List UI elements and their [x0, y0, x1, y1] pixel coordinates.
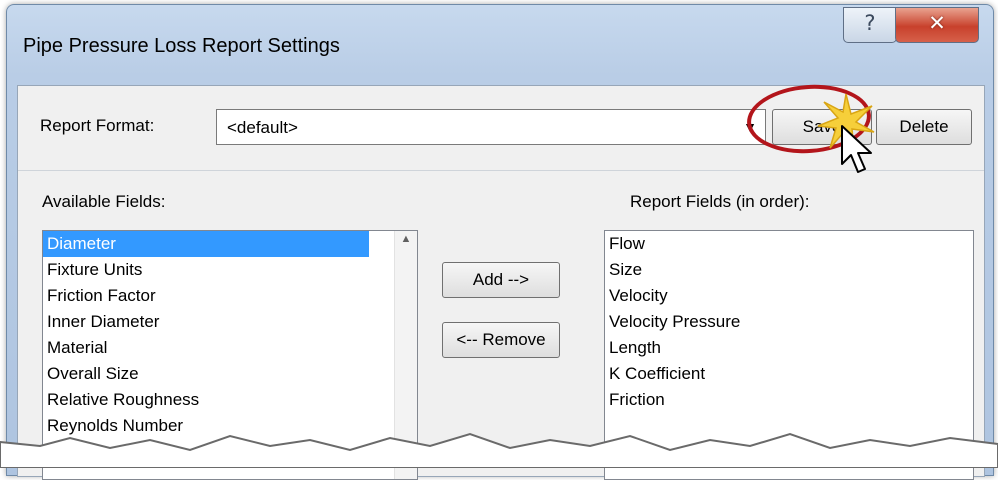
add-button[interactable]: Add -->	[442, 262, 560, 298]
title-bar[interactable]: Pipe Pressure Loss Report Settings ? ✕	[7, 5, 993, 83]
report-format-value: <default>	[227, 118, 298, 137]
list-item[interactable]: Length	[605, 335, 973, 361]
mouse-cursor-icon	[841, 125, 872, 173]
help-button[interactable]: ?	[843, 7, 897, 43]
report-fields-label: Report Fields (in order):	[630, 192, 810, 211]
list-item[interactable]: K Coefficient	[605, 361, 973, 387]
report-format-label: Report Format:	[40, 116, 155, 135]
list-item[interactable]: Flow	[605, 231, 973, 257]
report-format-dropdown[interactable]: <default> ▼	[216, 109, 766, 145]
list-item[interactable]: Fixture Units	[43, 257, 417, 283]
scroll-up-arrow-icon[interactable]: ▲	[395, 233, 417, 245]
close-button[interactable]: ✕	[895, 7, 979, 43]
list-item[interactable]: Velocity	[605, 283, 973, 309]
delete-button[interactable]: Delete	[876, 109, 972, 145]
dialog-window: Pipe Pressure Loss Report Settings ? ✕ R…	[6, 4, 994, 480]
list-item[interactable]: Friction	[605, 387, 973, 413]
list-item[interactable]: Diameter	[43, 231, 369, 257]
list-item[interactable]: Overall Size	[43, 361, 417, 387]
list-item[interactable]: Relative Roughness	[43, 387, 417, 413]
list-item[interactable]: Material	[43, 335, 417, 361]
remove-button[interactable]: <-- Remove	[442, 322, 560, 358]
list-item[interactable]: Size	[605, 257, 973, 283]
close-icon: ✕	[928, 11, 946, 35]
help-icon: ?	[864, 11, 876, 35]
window-title: Pipe Pressure Loss Report Settings	[23, 35, 340, 57]
list-item[interactable]: Friction Factor	[43, 283, 417, 309]
available-fields-label: Available Fields:	[42, 192, 166, 211]
list-item[interactable]: Inner Diameter	[43, 309, 417, 335]
list-item[interactable]: Velocity Pressure	[605, 309, 973, 335]
torn-edge-decoration	[0, 432, 998, 468]
